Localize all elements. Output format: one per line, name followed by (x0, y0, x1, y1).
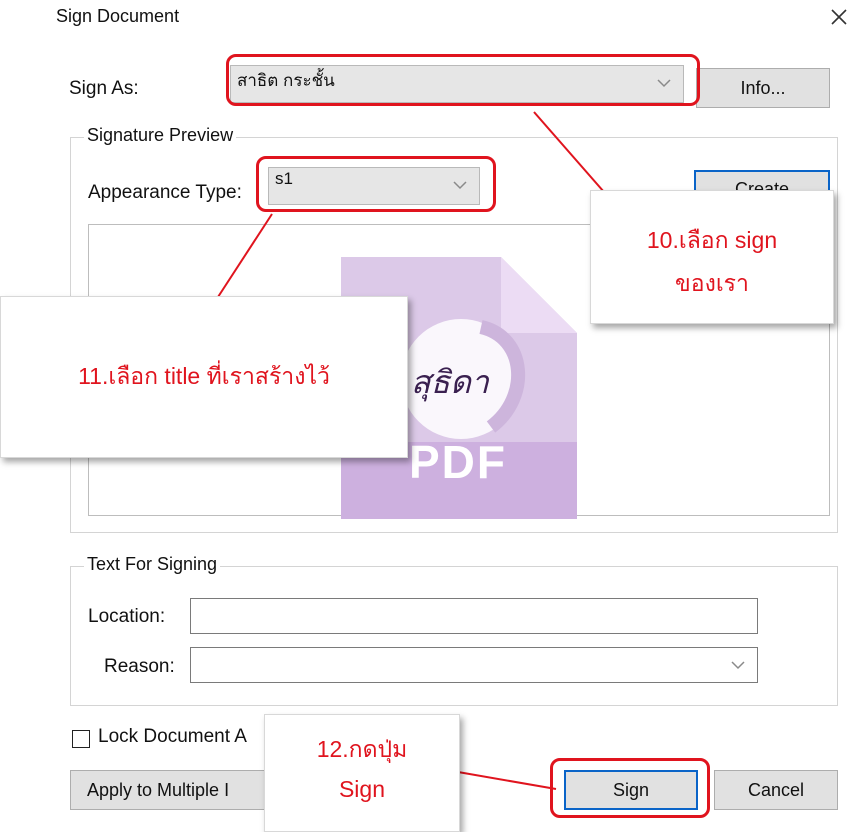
highlight-sign-button (550, 758, 710, 818)
signature-preview-title: Signature Preview (84, 125, 237, 146)
location-field[interactable] (190, 598, 758, 634)
location-label: Location: (88, 606, 166, 627)
callout-step-10: 10.เลือก sign ของเรา (590, 190, 834, 324)
reason-label: Reason: (104, 656, 175, 677)
apply-to-multiple-button[interactable]: Apply to Multiple I (70, 770, 270, 810)
lock-document-checkbox[interactable] (72, 730, 90, 748)
cancel-button[interactable]: Cancel (714, 770, 838, 810)
lock-document-label: Lock Document A (98, 726, 247, 747)
chevron-down-icon (731, 661, 745, 670)
callout-step-11-text: 11.เลือก title ที่เราสร้างไว้ (78, 363, 330, 389)
text-for-signing-group (70, 566, 838, 706)
text-for-signing-title: Text For Signing (84, 554, 221, 575)
callout-step-11: 11.เลือก title ที่เราสร้างไว้ (0, 296, 408, 458)
callout-step-12: 12.กดปุ่ม Sign (264, 714, 460, 832)
callout-step-12-line2: Sign (338, 776, 386, 802)
highlight-sign-as (226, 54, 700, 106)
info-button[interactable]: Info... (696, 68, 830, 108)
dialog-title: Sign Document (56, 6, 180, 26)
reason-select[interactable] (190, 647, 758, 683)
close-icon[interactable] (826, 4, 852, 30)
callout-step-12-line1: 12.กดปุ่ม (316, 736, 408, 762)
appearance-type-label: Appearance Type: (88, 182, 242, 203)
signature-handwriting: สุธิดา (411, 363, 489, 401)
highlight-appearance-type (256, 156, 496, 212)
callout-step-10-line2: ของเรา (675, 270, 749, 296)
sign-as-label: Sign As: (69, 78, 139, 99)
pdf-logo-text: PDF (409, 436, 507, 488)
callout-step-10-line1: 10.เลือก sign (646, 227, 778, 253)
